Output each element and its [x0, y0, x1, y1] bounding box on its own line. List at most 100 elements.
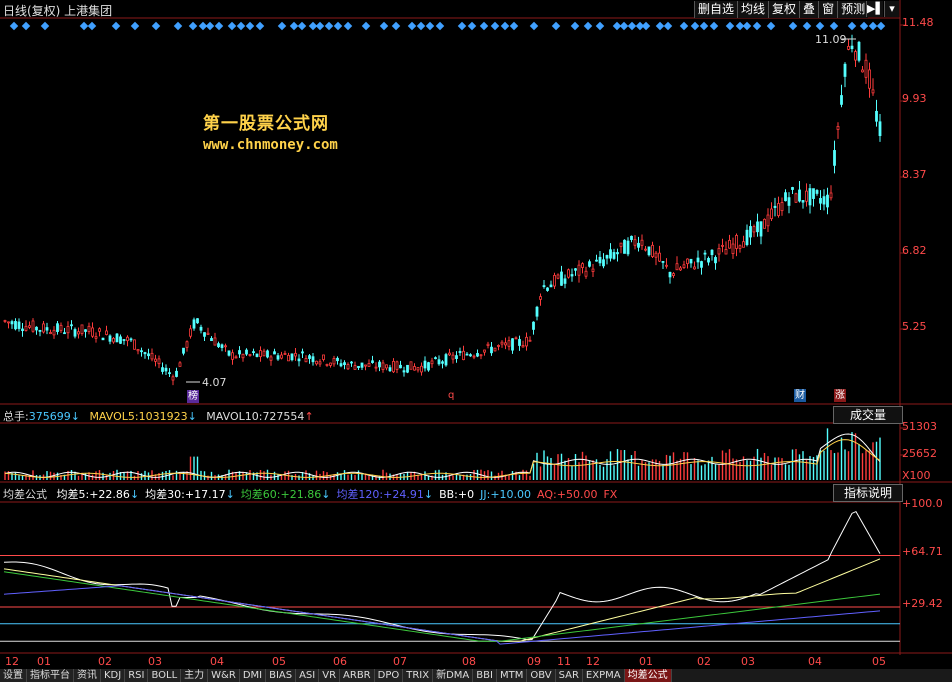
indicator-tab[interactable]: BOLL: [148, 669, 182, 682]
top-bar: 日线(复权) 上港集团 删自选 均线 复权叠窗预测 ▶▌ ▾: [0, 0, 900, 18]
toolbar-button[interactable]: 复权: [768, 1, 800, 18]
price-label: 8.37: [902, 168, 927, 181]
indicator-tab[interactable]: 新DMA: [433, 669, 474, 682]
candle-body: [815, 190, 819, 194]
indicator-value: +22.86: [89, 488, 130, 501]
toolbar-button[interactable]: 叠: [799, 1, 819, 18]
volume-axis-label: 25652: [902, 447, 937, 460]
indicator-help-button[interactable]: 指标说明: [833, 484, 903, 502]
indicator-tab[interactable]: 指标平台: [27, 669, 74, 682]
tag-zhang[interactable]: 涨: [834, 389, 846, 402]
signal-diamond: [188, 21, 198, 31]
indicator-tab[interactable]: BIAS: [266, 669, 297, 682]
candle-body: [584, 270, 588, 277]
indicator-label: 均差5:: [56, 488, 90, 501]
nav-arrow-icon[interactable]: ▶▌: [866, 1, 884, 17]
candle-body: [854, 51, 857, 61]
indicator-value: +10.00: [490, 488, 532, 501]
candle-body: [14, 321, 17, 330]
candle-body: [220, 344, 224, 348]
chevron-down-icon[interactable]: ▾: [884, 1, 899, 17]
candle-body: [826, 194, 829, 208]
indicator-tab[interactable]: RSI: [125, 669, 149, 682]
candle-body: [105, 330, 108, 335]
candle-body: [437, 359, 441, 365]
candle-body: [434, 357, 437, 360]
indicator-tab[interactable]: EXPMA: [582, 669, 625, 682]
toolbar-button[interactable]: 预测: [837, 1, 869, 18]
candle-body: [206, 332, 210, 335]
chart-title: 日线(复权) 上港集团: [3, 4, 113, 18]
candle-body: [119, 336, 122, 344]
candle-body: [721, 244, 724, 247]
candle-body: [458, 351, 462, 353]
candle-body: [763, 218, 766, 229]
tag-bang[interactable]: 榜: [187, 390, 199, 403]
indicator-axis-label: +29.42: [902, 597, 943, 610]
candle-body: [343, 362, 346, 366]
indicator-tab[interactable]: W&R: [208, 669, 240, 682]
candle-body: [735, 235, 738, 249]
candle-body: [714, 257, 717, 264]
candle-body: [448, 352, 451, 356]
indicator-tab[interactable]: TRIX: [403, 669, 434, 682]
indicator-tab[interactable]: ARBR: [340, 669, 375, 682]
indicator-tab[interactable]: BBI: [473, 669, 497, 682]
candle-body: [808, 188, 812, 206]
chart-canvas[interactable]: [0, 0, 952, 682]
signal-diamond: [752, 21, 762, 31]
price-label: 6.82: [902, 244, 927, 257]
indicator-tab[interactable]: DMI: [239, 669, 267, 682]
candle-body: [150, 352, 154, 360]
indicator-tab[interactable]: DPO: [374, 669, 404, 682]
indicator-tab[interactable]: VR: [319, 669, 341, 682]
signal-diamond: [324, 21, 334, 31]
candle-body: [367, 363, 371, 367]
candle-body: [252, 351, 255, 354]
candle-body: [612, 252, 616, 259]
candle-body: [318, 361, 322, 365]
indicator-tab[interactable]: OBV: [527, 669, 556, 682]
candle-body: [178, 362, 182, 367]
toolbar-button[interactable]: 均线: [737, 1, 769, 18]
signal-diamond: [655, 21, 665, 31]
volume-ma5-line: [4, 433, 881, 478]
indicator-line-ma5: [3, 510, 881, 641]
price-label: 11.48: [902, 16, 934, 29]
tag-cai[interactable]: 财: [794, 389, 806, 402]
candle-body: [511, 338, 514, 351]
indicator-tab[interactable]: KDJ: [101, 669, 126, 682]
volume-info: 总手:375699↓ MAVOL5:1031923↓ MAVOL10:72755…: [3, 408, 314, 424]
indicator-tab[interactable]: 主力: [181, 669, 209, 682]
candle-body: [728, 239, 731, 249]
toolbar-button[interactable]: 删自选: [694, 1, 738, 18]
signal-diamond: [570, 21, 580, 31]
candle-body: [857, 41, 861, 61]
indicator-tab[interactable]: 资讯: [74, 669, 101, 682]
volume-panel-button[interactable]: 成交量: [833, 406, 903, 424]
indicator-tab[interactable]: 设置: [0, 669, 27, 682]
candle-body: [777, 203, 780, 216]
candle-body: [80, 324, 84, 334]
candle-body: [87, 325, 91, 332]
signal-diamond: [40, 21, 50, 31]
signal-diamond: [255, 21, 265, 31]
candle-body: [738, 245, 742, 249]
indicator-tab[interactable]: ASI: [296, 669, 320, 682]
signal-diamond: [289, 21, 299, 31]
indicator-tab[interactable]: 均差公式: [624, 669, 672, 682]
signal-diamond: [699, 21, 709, 31]
candle-body: [238, 350, 241, 355]
candle-body: [189, 328, 192, 337]
toolbar-button[interactable]: 窗: [818, 1, 838, 18]
signal-diamond: [227, 21, 237, 31]
indicator-tab[interactable]: SAR: [555, 669, 583, 682]
tag-q[interactable]: q: [447, 389, 455, 402]
candle-body: [98, 328, 101, 332]
indicator-tab[interactable]: MTM: [496, 669, 528, 682]
signal-diamond: [236, 21, 246, 31]
candle-body: [717, 248, 721, 255]
signal-diamond: [627, 21, 637, 31]
candle-body: [556, 274, 560, 279]
candle-body: [374, 366, 378, 369]
